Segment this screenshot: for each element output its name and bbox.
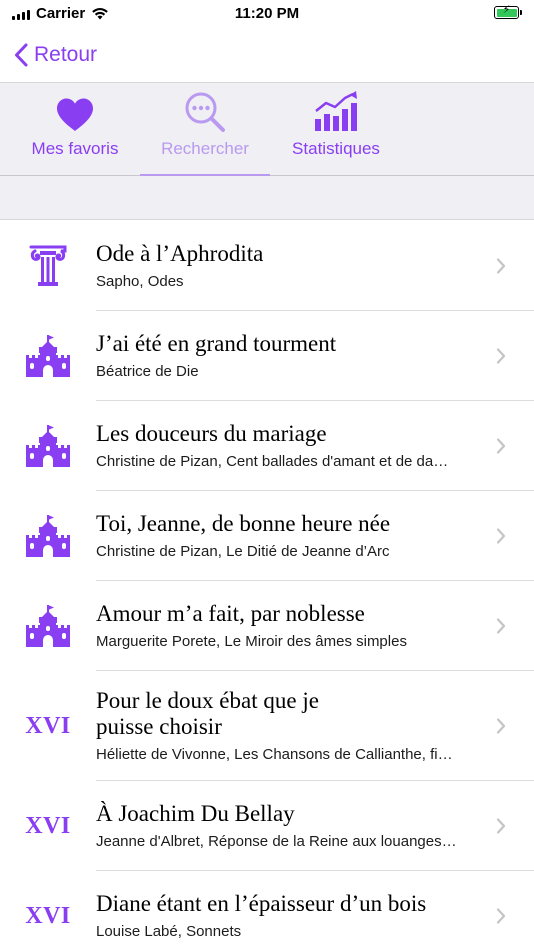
battery-icon: ⚡ [494,4,522,19]
list-item[interactable]: XVI Diane étant en l’épaisseur d’un bois… [0,871,534,950]
list-item[interactable]: Ode à l’Aphrodita Sapho, Odes [0,221,534,311]
tab-search[interactable]: Rechercher [140,83,270,176]
tab-label: Statistiques [292,139,380,158]
tab-label: Rechercher [161,139,249,158]
status-time: 11:20 PM [234,5,300,22]
chevron-right-icon [496,818,506,834]
navigation-bar: Retour [0,28,534,82]
poem-author: Christine de Pizan, Le Ditié de Jeanne d… [96,542,390,560]
castle-icon [26,605,70,647]
poem-title: À Joachim Du Bellay [96,800,295,826]
list-item[interactable]: Toi, Jeanne, de bonne heure née Christin… [0,491,534,581]
poem-title: Diane étant en l’épaisseur d’un bois [96,890,427,916]
list-item[interactable]: XVI Pour le doux ébat que je puisse choi… [0,671,534,781]
century-xvi-icon: XVI [25,902,71,929]
list-item[interactable]: J’ai été en grand tourment Béatrice de D… [0,311,534,401]
poem-author: Marguerite Porete, Le Miroir des âmes si… [96,632,407,650]
back-label: Retour [34,43,98,66]
chevron-right-icon [496,528,506,544]
heart-icon [57,98,93,131]
chevron-right-icon [496,618,506,634]
poem-author: Christine de Pizan, Cent ballades d'aman… [96,452,449,470]
poem-title: Pour le doux ébat que je puisse choisir [96,687,319,739]
century-xvi-icon: XVI [25,812,71,839]
tab-label: Mes favoris [31,139,119,158]
poem-author: Sapho, Odes [96,272,184,290]
poem-title: Les douceurs du mariage [96,420,327,446]
chevron-left-icon [15,43,28,67]
century-xvi-icon: XVI [25,712,71,739]
poem-title: J’ai été en grand tourment [96,330,337,356]
chevron-right-icon [496,348,506,364]
search-icon [185,92,225,132]
list-item[interactable]: Amour m’a fait, par noblesse Marguerite … [0,581,534,671]
poem-author: Jeanne d'Albret, Réponse de la Reine aux… [96,832,457,850]
status-bar: Carrier 11:20 PM ⚡ [0,0,534,28]
list-item[interactable]: XVI À Joachim Du Bellay Jeanne d'Albret,… [0,781,534,871]
chevron-right-icon [496,258,506,274]
poem-title: Amour m’a fait, par noblesse [96,600,365,626]
castle-icon [26,515,70,557]
stats-chart-icon [315,91,357,131]
poem-title: Toi, Jeanne, de bonne heure née [96,510,391,536]
segment-tab-bar: Mes favoris Rechercher Statistiques [0,82,534,176]
tab-statistics[interactable]: Statistiques [280,83,392,176]
castle-icon [26,425,70,467]
list-item[interactable]: Les douceurs du mariage Christine de Piz… [0,401,534,491]
chevron-right-icon [496,718,506,734]
tab-favorites[interactable]: Mes favoris [22,83,128,176]
chevron-right-icon [496,908,506,924]
poem-list: Ode à l’Aphrodita Sapho, Odes J’ai été e… [0,221,534,950]
poem-author: Héliette de Vivonne, Les Chansons de Cal… [96,745,453,763]
section-header [0,176,534,220]
back-button[interactable]: Retour [14,43,97,67]
chevron-right-icon [496,438,506,454]
poem-author: Louise Labé, Sonnets [96,922,242,940]
poem-title: Ode à l’Aphrodita [96,240,264,266]
castle-icon [26,335,70,377]
ionic-column-icon [29,245,67,286]
poem-author: Béatrice de Die [96,362,199,380]
